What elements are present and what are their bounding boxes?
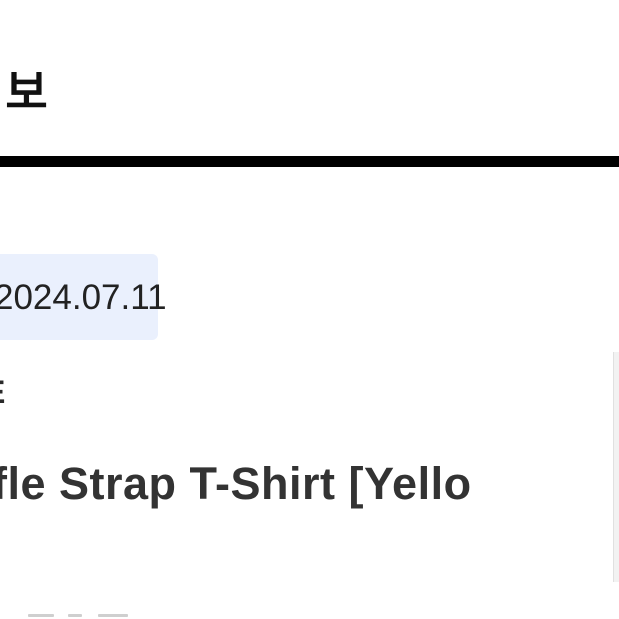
section-divider	[0, 156, 619, 167]
date-text: 2024.07.11	[0, 278, 167, 317]
section-title: 정보	[0, 66, 49, 118]
brand-name: E	[0, 374, 5, 411]
cropped-text-line	[28, 606, 148, 619]
product-name[interactable]: fle Strap T-Shirt [Yello	[0, 458, 472, 510]
product-thumbnail[interactable]	[613, 352, 619, 582]
product-info-page: 정보 2024.07.11 E fle Strap T-Shirt [Yello	[0, 0, 619, 619]
